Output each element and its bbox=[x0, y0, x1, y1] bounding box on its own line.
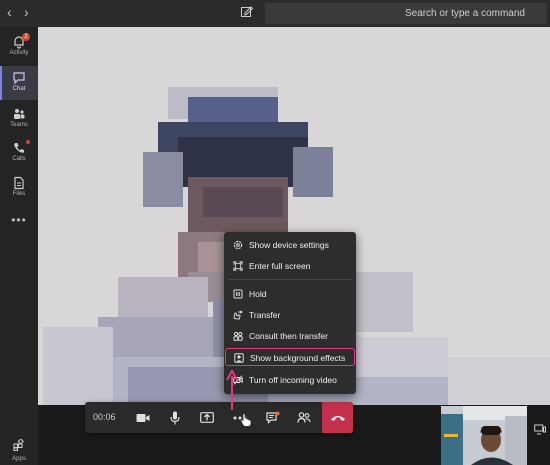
menu-item-transfer[interactable]: Transfer bbox=[224, 305, 356, 325]
gear-icon bbox=[233, 240, 243, 250]
menu-item-device-settings[interactable]: Show device settings bbox=[224, 235, 356, 255]
hang-up-icon bbox=[330, 415, 345, 421]
teams-icon bbox=[14, 109, 25, 119]
menu-item-label: Show background effects bbox=[250, 353, 346, 363]
activity-badge: 2 bbox=[22, 33, 30, 41]
phone-icon bbox=[14, 143, 24, 153]
camera-icon bbox=[136, 413, 150, 422]
more-apps-button[interactable]: ••• bbox=[0, 213, 38, 227]
rail-item-chat[interactable]: Chat bbox=[0, 66, 38, 100]
menu-item-consult-transfer[interactable]: Consult then transfer bbox=[224, 326, 356, 346]
back-arrow-icon[interactable]: ‹ bbox=[7, 4, 12, 20]
menu-item-label: Hold bbox=[249, 289, 267, 299]
apps-icon bbox=[13, 438, 24, 451]
mic-icon bbox=[170, 411, 180, 424]
call-timer: 00:06 bbox=[93, 412, 116, 422]
menu-item-full-screen[interactable]: Enter full screen bbox=[224, 256, 356, 276]
title-bar: ‹ › Search or type a command bbox=[0, 0, 550, 27]
chat-bubble-icon bbox=[266, 411, 280, 424]
self-video-image bbox=[441, 406, 527, 465]
app-rail: 2 Activity Chat Teams Calls Files ••• bbox=[0, 27, 38, 465]
file-icon bbox=[14, 176, 24, 190]
show-conversation-button[interactable] bbox=[258, 402, 288, 433]
more-options-menu: Show device settings Enter full screen H… bbox=[224, 232, 356, 394]
highlight-arrow-annotation bbox=[226, 370, 238, 410]
fullscreen-icon bbox=[233, 261, 243, 271]
rail-item-calls[interactable]: Calls bbox=[0, 136, 38, 170]
rail-item-label: Chat bbox=[12, 86, 26, 92]
menu-item-label: Turn off incoming video bbox=[249, 375, 337, 385]
chat-icon bbox=[13, 72, 25, 85]
rail-item-label: Calls bbox=[12, 156, 26, 162]
call-controls-bar: 00:06 bbox=[85, 402, 353, 433]
hold-icon bbox=[233, 289, 243, 299]
rail-item-files[interactable]: Files bbox=[0, 171, 38, 205]
menu-item-label: Transfer bbox=[249, 310, 281, 320]
consult-transfer-icon bbox=[233, 331, 243, 341]
transfer-icon bbox=[233, 310, 243, 320]
rail-item-label: Apps bbox=[12, 456, 26, 462]
menu-item-background-effects[interactable]: Show background effects bbox=[225, 348, 355, 366]
share-screen-button[interactable] bbox=[192, 402, 222, 433]
device-screen-icon[interactable] bbox=[534, 424, 546, 436]
search-input[interactable]: Search or type a command bbox=[265, 3, 547, 24]
menu-item-turn-off-video[interactable]: Turn off incoming video bbox=[224, 370, 356, 390]
rail-item-teams[interactable]: Teams bbox=[0, 102, 38, 136]
rail-item-activity[interactable]: 2 Activity bbox=[0, 30, 38, 64]
background-effects-icon bbox=[234, 353, 244, 363]
menu-divider bbox=[228, 279, 352, 280]
compose-icon[interactable] bbox=[240, 5, 254, 19]
rail-item-label: Activity bbox=[9, 50, 29, 56]
hang-up-button[interactable] bbox=[322, 402, 353, 433]
menu-item-hold[interactable]: Hold bbox=[224, 284, 356, 304]
menu-item-label: Show device settings bbox=[249, 240, 329, 250]
show-participants-button[interactable] bbox=[289, 402, 319, 433]
rail-item-label: Teams bbox=[10, 122, 28, 128]
participants-icon bbox=[297, 412, 311, 423]
forward-arrow-icon[interactable]: › bbox=[24, 4, 29, 20]
rail-item-apps[interactable]: Apps bbox=[0, 438, 38, 462]
menu-item-label: Consult then transfer bbox=[249, 331, 328, 341]
hand-cursor-icon bbox=[240, 413, 252, 427]
self-video-preview bbox=[441, 406, 527, 465]
mic-toggle-button[interactable] bbox=[160, 402, 190, 433]
menu-item-label: Enter full screen bbox=[249, 261, 311, 271]
calls-notification-dot bbox=[26, 140, 30, 144]
rail-item-label: Files bbox=[12, 191, 26, 197]
camera-toggle-button[interactable] bbox=[128, 402, 158, 433]
share-icon bbox=[200, 411, 214, 423]
